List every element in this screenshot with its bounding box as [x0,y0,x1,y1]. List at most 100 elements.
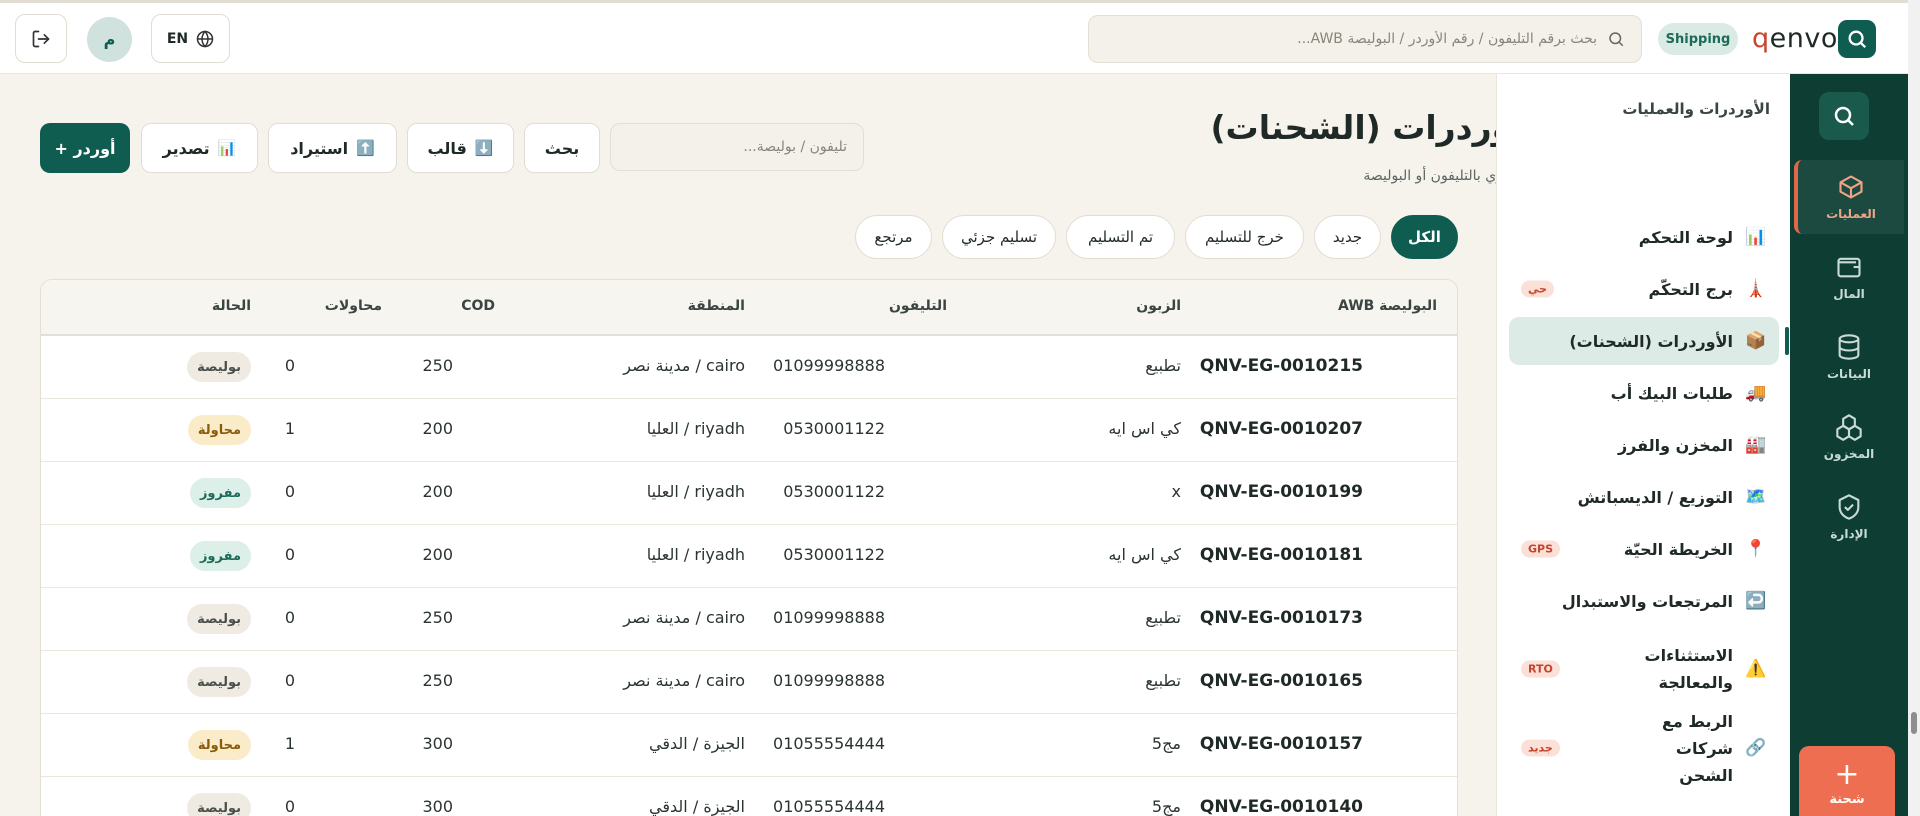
cell-phone: 0530001122 [783,482,885,501]
rail-item-operations[interactable]: العمليات [1794,160,1904,234]
table-row[interactable]: QNV-EG-0010140 مج5 01055554444 الجيزة / الد… [41,777,1457,816]
sidebar-item-label: الخريطة الحيّة [1623,539,1733,559]
sidebar-item-9[interactable]: 🔗 الربط مع شركات الشحن جديد [1509,712,1779,785]
table-row[interactable]: QNV-EG-0010157 مج5 01055554444 الجيزة / الد… [41,714,1457,777]
col-awb[interactable]: البوليصة AWB [1338,298,1437,314]
sidebar-item-icon: 📦 [1745,331,1767,351]
sidebar-item-icon: 🔗 [1745,738,1767,758]
table-row[interactable]: QNV-EG-0010173 تطبيع 01099998888 cairo / مد… [41,588,1457,651]
table-row[interactable]: QNV-EG-0010165 تطبيع 01099998888 cairo / مد… [41,651,1457,714]
rail-label-admin: الإدارة [1830,527,1868,541]
sidebar-item-icon: ↩️ [1745,591,1767,611]
cell-awb[interactable]: QNV-EG-0010215 [1200,356,1363,376]
page-scrollbar[interactable] [1908,0,1920,816]
rail-logo[interactable] [1819,92,1869,140]
cell-region: الجيزة / الدقي [649,734,745,753]
global-search[interactable] [1088,15,1642,63]
rail-item-admin[interactable]: الإدارة [1794,480,1904,554]
scrollbar-thumb[interactable] [1911,712,1917,734]
filter-all[interactable]: الكل [1391,215,1458,259]
cell-customer: كي اس ايه [1108,545,1181,564]
filter-partial-delivery[interactable]: تسليم جزئي [942,215,1056,259]
sidebar-item-icon: 📊 [1745,227,1767,247]
table-row[interactable]: QNV-EG-0010181 كي اس ايه 0530001122 riyadh … [41,525,1457,588]
wallet-icon [1837,257,1861,278]
sidebar-item-3[interactable]: 🚚 طلبات البيك أب [1509,369,1779,417]
sidebar-item-2[interactable]: 📦 الأوردرات (الشحنات) [1509,317,1789,365]
col-status[interactable]: الحالة [212,298,251,314]
sidebar-item-4[interactable]: 🏭 المخزن والفرز [1509,421,1779,469]
search-icon [1609,32,1624,47]
col-cod[interactable]: COD [461,298,495,314]
avatar[interactable]: م [87,17,132,62]
add-shipment-button[interactable]: + شحنة [1799,746,1895,816]
col-region[interactable]: المنطقة [688,298,745,314]
cell-phone: 01055554444 [773,734,885,753]
cell-attempts: 0 [284,608,295,627]
box-icon [1839,175,1863,199]
global-search-input[interactable] [1137,31,1597,47]
cell-awb[interactable]: QNV-EG-0010140 [1200,797,1363,816]
brand-logo[interactable] [1838,20,1876,58]
template-button[interactable]: قالب ⬇️ [407,123,514,173]
col-customer[interactable]: الزبون [1136,298,1181,314]
sidebar-item-7[interactable]: ↩️ المرتجعات والاستبدال [1509,577,1779,625]
cell-cod: 300 [422,734,453,753]
new-order-button[interactable]: + أوردر [40,123,130,173]
cell-phone: 01099998888 [773,608,885,627]
cell-awb[interactable]: QNV-EG-0010157 [1200,734,1363,754]
table-row[interactable]: QNV-EG-0010207 كي اس ايه 0530001122 riyadh … [41,399,1457,462]
database-icon [1838,334,1860,360]
cell-region: cairo / مدينة نصر [623,356,745,375]
cell-attempts: 1 [284,419,295,438]
language-switch-button[interactable]: EN [151,14,230,63]
sidebar-item-6[interactable]: 📍 الخريطة الحيّة GPS [1509,525,1779,573]
cell-awb[interactable]: QNV-EG-0010199 [1200,482,1363,502]
table-row[interactable]: QNV-EG-0010215 تطبيع 01099998888 cairo / مد… [41,336,1457,399]
logout-icon [32,30,50,47]
cell-region: riyadh / العليا [646,545,745,564]
sidebar-item-5[interactable]: 🗺️ التوزيع / الديسباتش [1509,473,1779,521]
sidebar-item-badge: GPS [1521,540,1561,558]
search-button[interactable]: بحث [524,123,600,173]
rail-item-money[interactable]: المال [1794,240,1904,314]
filter-out-for-delivery[interactable]: خرج للتسليم [1185,215,1304,259]
sidebar-title: الأوردرات والعمليات [1622,100,1770,118]
language-label: EN [166,30,189,47]
cell-cod: 300 [422,797,453,816]
import-button[interactable]: استيراد ⬆️ [268,123,397,173]
rail-item-data[interactable]: البيانات [1794,320,1904,394]
cell-attempts: 0 [284,356,295,375]
sidebar-item-8[interactable]: ⚠️ الاستثناءات والمعالجة RTO [1509,637,1779,701]
sidebar-item-0[interactable]: 📊 لوحة التحكم [1509,213,1779,261]
col-attempts[interactable]: محاولات [325,298,382,314]
chart-icon: 📊 [217,139,237,157]
cell-awb[interactable]: QNV-EG-0010181 [1200,545,1363,565]
sidebar-item-label: المخزن والفرز [1617,435,1733,455]
cell-awb[interactable]: QNV-EG-0010165 [1200,671,1363,691]
sidebar-item-label: التوزيع / الديسباتش [1577,487,1733,507]
rail-item-inventory[interactable]: المخزون [1794,400,1904,474]
logout-button[interactable] [15,14,67,63]
col-phone[interactable]: التليفون [889,298,947,314]
sidebar-item-1[interactable]: 🗼 برج التحكّم حي [1509,265,1779,313]
cell-awb[interactable]: QNV-EG-0010173 [1200,608,1363,628]
filter-returned[interactable]: مرتجع [855,215,932,259]
export-button[interactable]: تصدير 📊 [141,123,258,173]
sidebar-item-icon: 🚚 [1745,383,1767,403]
sidebar-item-label: الربط مع شركات الشحن [1662,711,1733,785]
cell-phone: 01099998888 [773,356,885,375]
sidebar-item-icon: 🗺️ [1745,487,1767,507]
sidebar-item-badge: جديد [1521,739,1560,757]
sidebar-item-icon: 🏭 [1745,435,1767,455]
cell-cod: 250 [422,671,453,690]
status-badge: بوليصة [187,793,251,816]
search-logo-icon [1834,106,1854,126]
status-badge: مفروز [189,541,251,571]
table-row[interactable]: QNV-EG-0010199 x 0530001122 riyadh / العليا… [41,462,1457,525]
orders-search-input[interactable] [610,123,864,171]
filter-new[interactable]: جديد [1314,215,1381,259]
cell-region: riyadh / العليا [646,419,745,438]
cell-awb[interactable]: QNV-EG-0010207 [1200,419,1363,439]
filter-delivered[interactable]: تم التسليم [1066,215,1175,259]
